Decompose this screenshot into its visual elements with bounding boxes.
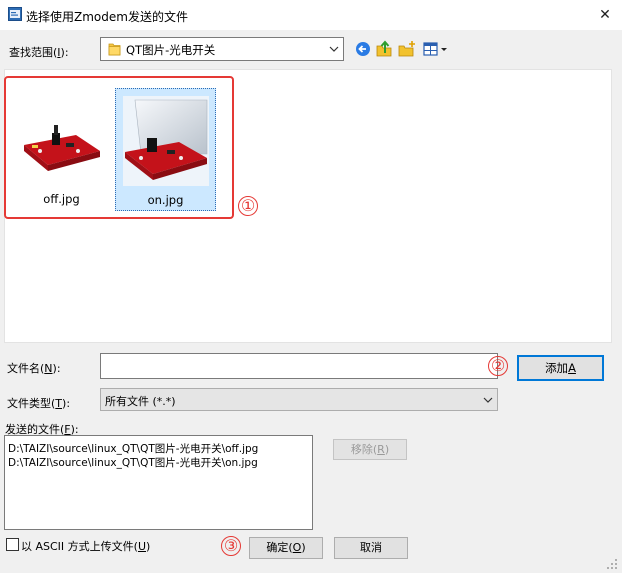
chevron-down-icon[interactable]: [327, 41, 341, 57]
chevron-down-icon[interactable]: [481, 392, 495, 408]
annotation-number-2: ②: [488, 356, 508, 376]
resize-grip-icon[interactable]: [605, 557, 619, 571]
annotation-number-1: ①: [238, 196, 258, 216]
close-button[interactable]: ✕: [594, 5, 616, 25]
app-icon: [8, 7, 22, 21]
filetype-combobox[interactable]: 所有文件 (*.*): [100, 388, 498, 411]
filetype-value: 所有文件 (*.*): [105, 395, 176, 408]
filetype-label: 文件类型(T):: [7, 397, 71, 410]
annotation-number-3: ③: [221, 536, 241, 556]
look-in-label: 查找范围(I):: [9, 46, 69, 59]
sent-files-list[interactable]: D:\TAIZI\source\linux_QT\QT图片-光电开关\off.j…: [4, 435, 313, 530]
cancel-button[interactable]: 取消: [334, 537, 408, 559]
list-item[interactable]: D:\TAIZI\source\linux_QT\QT图片-光电开关\on.jp…: [8, 455, 258, 470]
look-in-combobox[interactable]: QT图片-光电开关: [100, 37, 344, 61]
filename-label: 文件名(N):: [7, 362, 61, 375]
remove-button[interactable]: 移除(R): [333, 439, 407, 460]
back-icon[interactable]: [353, 40, 373, 58]
window-title: 选择使用Zmodem发送的文件: [26, 10, 188, 24]
folder-icon: [108, 43, 121, 56]
up-folder-icon[interactable]: [374, 40, 394, 58]
annotation-box: [4, 76, 234, 219]
filename-input[interactable]: [100, 353, 498, 379]
new-folder-icon[interactable]: [397, 40, 417, 58]
view-menu-icon[interactable]: [422, 40, 450, 58]
look-in-value: QT图片-光电开关: [126, 43, 216, 57]
list-item[interactable]: D:\TAIZI\source\linux_QT\QT图片-光电开关\off.j…: [8, 441, 258, 456]
ascii-checkbox[interactable]: [6, 538, 19, 551]
add-button[interactable]: 添加A: [517, 355, 604, 381]
ok-button[interactable]: 确定(O): [249, 537, 323, 559]
ascii-checkbox-label: 以 ASCII 方式上传文件(U): [21, 540, 151, 553]
